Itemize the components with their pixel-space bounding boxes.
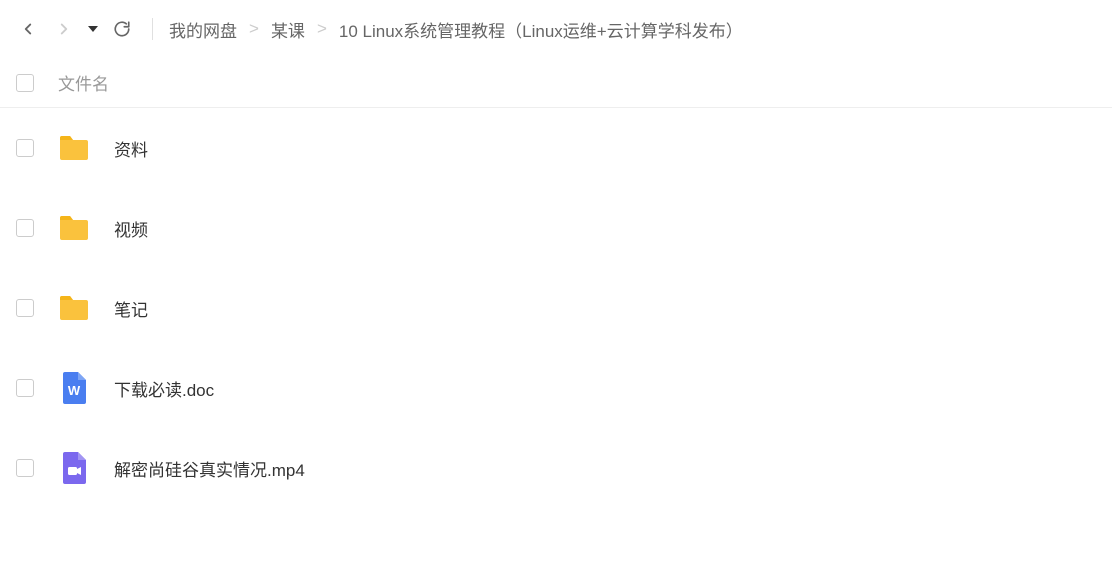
history-dropdown-button[interactable] bbox=[84, 13, 102, 45]
chevron-right-icon: > bbox=[249, 19, 259, 39]
column-header-name[interactable]: 文件名 bbox=[58, 70, 109, 95]
video-file-icon bbox=[58, 452, 90, 484]
breadcrumb: 我的网盘 > 某课 > 10 Linux系统管理教程（Linux运维+云计算学科… bbox=[169, 17, 743, 42]
row-checkbox[interactable] bbox=[16, 379, 34, 397]
file-name[interactable]: 资料 bbox=[114, 136, 148, 161]
folder-icon bbox=[58, 292, 90, 324]
breadcrumb-item-current: 10 Linux系统管理教程（Linux运维+云计算学科发布） bbox=[339, 17, 743, 42]
row-checkbox[interactable] bbox=[16, 219, 34, 237]
file-name[interactable]: 解密尚硅谷真实情况.mp4 bbox=[114, 456, 305, 481]
row-checkbox[interactable] bbox=[16, 139, 34, 157]
breadcrumb-item[interactable]: 我的网盘 bbox=[169, 17, 237, 42]
list-item[interactable]: W 下载必读.doc bbox=[0, 348, 1112, 428]
file-name[interactable]: 视频 bbox=[114, 216, 148, 241]
refresh-button[interactable] bbox=[106, 13, 138, 45]
select-all-checkbox[interactable] bbox=[16, 74, 34, 92]
list-item[interactable]: 资料 bbox=[0, 108, 1112, 188]
list-item[interactable]: 笔记 bbox=[0, 268, 1112, 348]
toolbar: 我的网盘 > 某课 > 10 Linux系统管理教程（Linux运维+云计算学科… bbox=[0, 0, 1112, 58]
folder-icon bbox=[58, 132, 90, 164]
toolbar-separator bbox=[152, 18, 153, 40]
nav-forward-button[interactable] bbox=[48, 13, 80, 45]
file-name[interactable]: 下载必读.doc bbox=[114, 376, 214, 401]
word-doc-icon: W bbox=[58, 372, 90, 404]
chevron-right-icon: > bbox=[317, 19, 327, 39]
column-header-row: 文件名 bbox=[0, 58, 1112, 108]
breadcrumb-item[interactable]: 某课 bbox=[271, 17, 305, 42]
nav-back-button[interactable] bbox=[12, 13, 44, 45]
svg-text:W: W bbox=[68, 383, 81, 398]
list-item[interactable]: 视频 bbox=[0, 188, 1112, 268]
list-item[interactable]: 解密尚硅谷真实情况.mp4 bbox=[0, 428, 1112, 508]
row-checkbox[interactable] bbox=[16, 459, 34, 477]
folder-icon bbox=[58, 212, 90, 244]
row-checkbox[interactable] bbox=[16, 299, 34, 317]
file-name[interactable]: 笔记 bbox=[114, 296, 148, 321]
file-list: 资料 视频 笔记 bbox=[0, 108, 1112, 508]
